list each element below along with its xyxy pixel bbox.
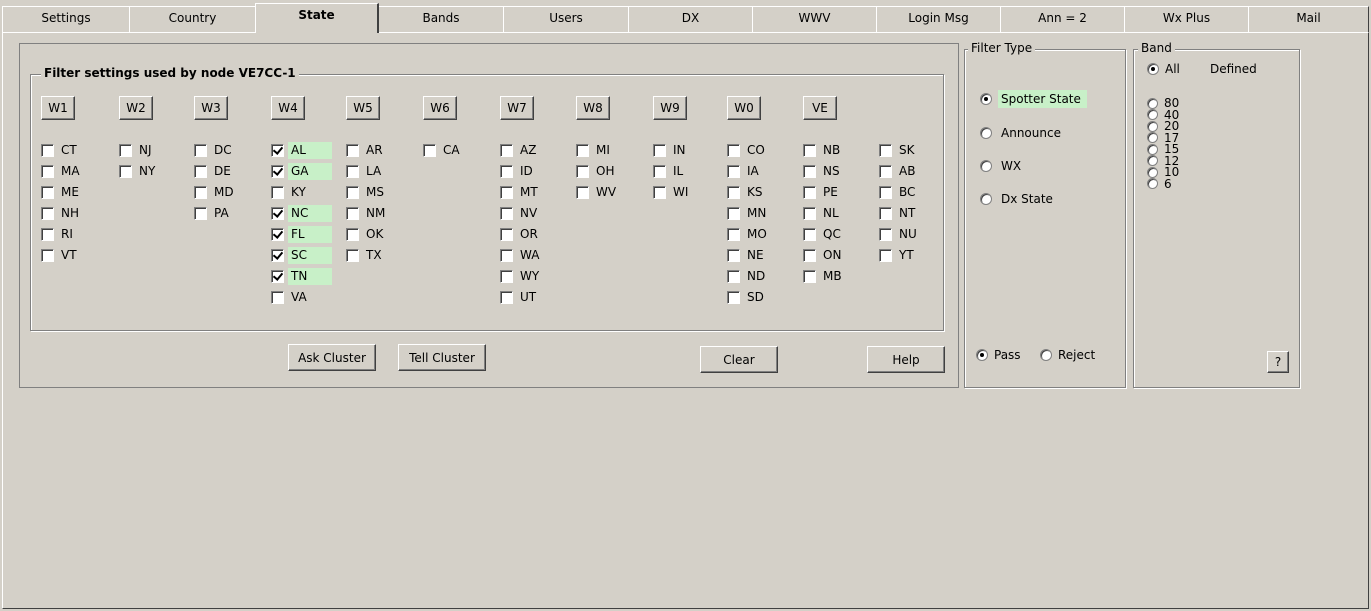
- filter-type-label: Announce: [1001, 126, 1061, 140]
- filter-panel-frame: [19, 43, 959, 388]
- band-title: Band: [1138, 41, 1175, 55]
- tab-wwv[interactable]: WWV: [752, 6, 877, 32]
- radio-dot[interactable]: [980, 93, 992, 105]
- radio-dot[interactable]: [980, 193, 992, 205]
- band-all-label: All: [1165, 62, 1180, 76]
- reject-radio[interactable]: Reject: [1040, 346, 1095, 364]
- tab-state[interactable]: State: [255, 3, 379, 33]
- filter-type-title: Filter Type: [968, 41, 1036, 55]
- radio-dot[interactable]: [1147, 132, 1158, 143]
- tab-settings[interactable]: Settings: [2, 6, 130, 32]
- filter-type-radio-wx[interactable]: WX: [980, 157, 1024, 175]
- tab-ann-2[interactable]: Ann = 2: [1000, 6, 1125, 32]
- band-all-radio-dot[interactable]: [1147, 63, 1159, 75]
- radio-dot[interactable]: [1147, 143, 1158, 155]
- filter-type-radio-dx-state[interactable]: Dx State: [980, 190, 1056, 208]
- radio-dot[interactable]: [1147, 97, 1158, 109]
- tab-country[interactable]: Country: [129, 6, 256, 32]
- filter-type-label: WX: [1001, 159, 1022, 173]
- tab-dx[interactable]: DX: [628, 6, 753, 32]
- tab-bands[interactable]: Bands: [378, 6, 504, 32]
- radio-dot[interactable]: [980, 127, 992, 139]
- band-radio-6[interactable]: 6: [1147, 178, 1172, 190]
- radio-dot[interactable]: [1147, 166, 1158, 178]
- reject-radio-dot[interactable]: [1040, 349, 1052, 361]
- tab-mail[interactable]: Mail: [1248, 6, 1369, 32]
- pass-radio[interactable]: Pass: [976, 346, 1021, 364]
- band-all-radio[interactable]: All: [1147, 60, 1180, 78]
- radio-dot[interactable]: [1147, 120, 1158, 132]
- radio-dot[interactable]: [980, 160, 992, 172]
- radio-dot[interactable]: [1147, 155, 1158, 166]
- radio-dot[interactable]: [1147, 178, 1158, 189]
- radio-dot[interactable]: [1147, 109, 1158, 120]
- band-label: 6: [1164, 176, 1172, 191]
- reject-label: Reject: [1058, 348, 1096, 362]
- tab-users[interactable]: Users: [503, 6, 629, 32]
- filter-type-radio-spotter-state[interactable]: Spotter State: [980, 90, 1087, 108]
- band-defined-label: Defined: [1210, 62, 1257, 76]
- state-tab-page: Filter settings used by node VE7CC-1 W1 C…: [2, 32, 1369, 609]
- filter-type-label: Spotter State: [998, 90, 1087, 108]
- tab-bar: Settings Country State Bands Users DX WWV Login…: [2, 3, 1369, 33]
- pass-radio-dot[interactable]: [976, 349, 988, 361]
- pass-label: Pass: [994, 348, 1021, 362]
- tab-login-msg[interactable]: Login Msg: [876, 6, 1001, 32]
- filter-type-radio-announce[interactable]: Announce: [980, 124, 1064, 142]
- filter-type-label: Dx State: [1001, 192, 1053, 206]
- band-help-button[interactable]: ?: [1267, 351, 1289, 373]
- tab-wx-plus[interactable]: Wx Plus: [1124, 6, 1249, 32]
